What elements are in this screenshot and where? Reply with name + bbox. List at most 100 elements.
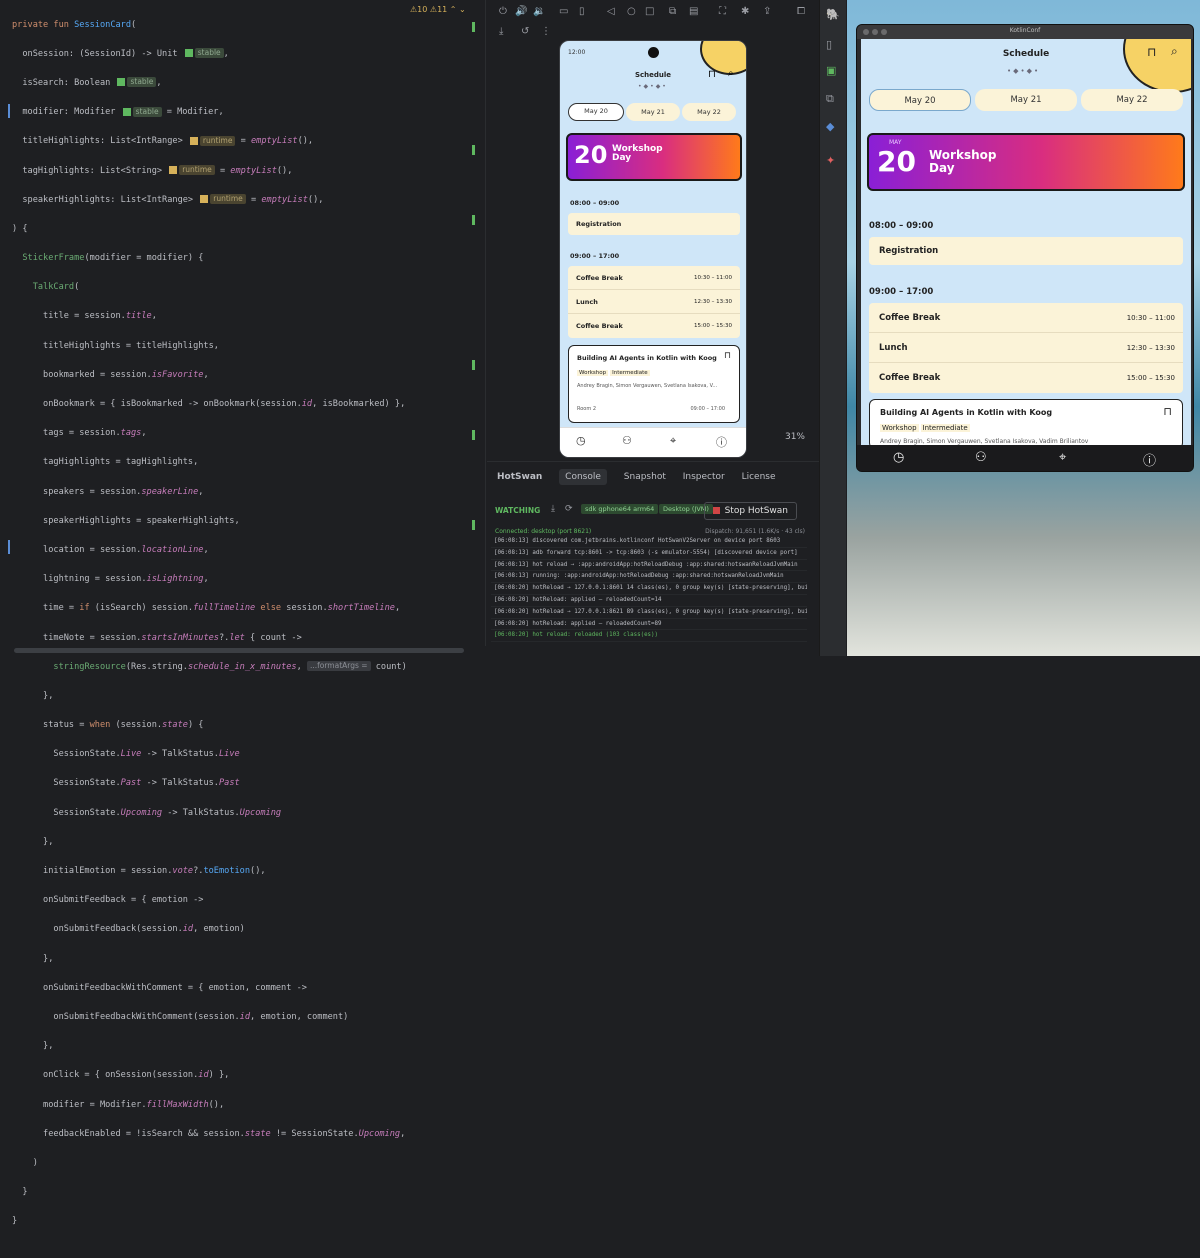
session-name: Coffee Break [879, 373, 941, 383]
log-line: [06:08:20] hotReload: applied — reloaded… [491, 619, 807, 631]
session-row[interactable]: Lunch 12:30 – 13:30 [568, 290, 740, 314]
talk-card[interactable]: Building AI Agents in Kotlin with Koog ⊓… [568, 345, 740, 423]
tab-inspector[interactable]: Inspector [683, 472, 725, 482]
registration-card[interactable]: Registration [568, 213, 740, 235]
back-icon[interactable]: ◁ [607, 6, 615, 17]
volume-down-icon[interactable]: 🔉 [533, 6, 545, 17]
clock-icon[interactable]: ◷ [576, 434, 586, 447]
tab-snapshot[interactable]: Snapshot [624, 472, 666, 482]
banner-day: 20 [574, 141, 608, 169]
bug-icon[interactable]: ✱ [741, 6, 749, 17]
share-icon[interactable]: ⇪ [763, 6, 771, 17]
more-icon[interactable]: ⋮ [541, 26, 551, 37]
phone-screen[interactable]: 12:00 Schedule ⊓ ⌕ •◆•◆• May 20 May 21 M… [559, 40, 747, 458]
desktop-app-screen[interactable]: Schedule ⊓ ⌕ •◆•◆• May 20 May 21 May 22 … [861, 39, 1191, 469]
overview-icon[interactable]: □ [645, 6, 654, 17]
time-slot-header: 09:00 – 17:00 [570, 252, 620, 260]
gradle-icon[interactable]: 🐘 [826, 8, 840, 21]
talk-title: Building AI Agents in Kotlin with Koog [577, 354, 717, 362]
layout-icon[interactable]: ⧉ [826, 92, 834, 106]
search-icon[interactable]: ⌕ [728, 68, 734, 79]
tab-hotswan[interactable]: HotSwan [497, 472, 542, 482]
gutter-mark [472, 22, 475, 32]
tab-license[interactable]: License [742, 472, 776, 482]
search-icon[interactable]: ⌕ [1171, 44, 1178, 59]
console-log[interactable]: [06:08:13] discovered com.jetbrains.kotl… [491, 536, 807, 643]
window-title: KotlinConf [1009, 27, 1041, 34]
hotswan-controls: WATCHING ⤓ ⟳ sdk gphone64 arm64 Desktop … [495, 502, 807, 522]
power-icon[interactable]: ⏻ [499, 6, 507, 17]
device-pill[interactable]: sdk gphone64 arm64 [581, 504, 659, 514]
clock-icon[interactable]: ◷ [893, 450, 904, 465]
location-icon[interactable]: ⌖ [1059, 450, 1066, 465]
log-line: [06:08:13] adb forward tcp:8601 -> tcp:8… [491, 548, 807, 560]
home-icon[interactable]: ○ [627, 6, 636, 17]
date-tab-may-21[interactable]: May 21 [975, 89, 1077, 111]
bottom-navigation: ◷ ⚇ ⌖ ⓘ [560, 427, 746, 457]
session-row[interactable]: Coffee Break 10:30 – 11:00 [568, 266, 740, 290]
talk-speakers: Andrey Bragin, Simon Vergauwen, Svetlana… [577, 383, 718, 389]
plugin-icon[interactable]: ◆ [826, 120, 834, 133]
registration-card[interactable]: Registration [869, 237, 1183, 265]
device-manager-icon[interactable]: ▯ [826, 38, 832, 51]
undo-icon[interactable]: ↺ [521, 26, 529, 37]
screenshot-icon[interactable]: ⧉ [669, 6, 676, 17]
stop-hotswan-button[interactable]: Stop HotSwan [703, 502, 797, 520]
info-icon[interactable]: ⓘ [1143, 450, 1156, 469]
download-icon[interactable]: ⤓ [551, 504, 555, 514]
session-row[interactable]: Coffee Break 15:00 – 15:30 [869, 363, 1183, 393]
log-line: [06:08:13] running: :app:androidApp:hotR… [491, 571, 807, 584]
date-tab-label: May 21 [1010, 95, 1042, 105]
rotate-left-icon[interactable]: ▭ [559, 6, 568, 17]
session-row[interactable]: Coffee Break 10:30 – 11:00 [869, 303, 1183, 333]
people-icon[interactable]: ⚇ [622, 434, 632, 447]
tag-intermediate: Intermediate [920, 424, 970, 432]
window-titlebar[interactable]: KotlinConf [857, 25, 1193, 39]
bookmark-icon[interactable]: ⊓ [724, 351, 731, 361]
volume-up-icon[interactable]: 🔊 [515, 6, 527, 17]
time-slot-header: 08:00 – 09:00 [570, 199, 620, 207]
date-tab-may-22[interactable]: May 22 [682, 103, 736, 121]
talk-card[interactable]: Building AI Agents in Kotlin with Koog ⊓… [869, 399, 1183, 449]
record-icon[interactable]: ▤ [689, 6, 698, 17]
external-icon[interactable]: ⧠ [797, 6, 805, 17]
tab-console[interactable]: Console [559, 469, 607, 485]
desktop-app-window[interactable]: KotlinConf Schedule ⊓ ⌕ •◆•◆• May 20 May… [856, 24, 1194, 472]
hotswan-icon[interactable]: ✦ [826, 154, 835, 167]
date-tab-may-20[interactable]: May 20 [568, 103, 624, 121]
code-editor[interactable]: ⚠10 ⚠11 ⌃ ⌄ private fun SessionCard( onS… [0, 0, 486, 1226]
bookmark-icon[interactable]: ⊓ [1147, 45, 1156, 59]
session-name: Coffee Break [576, 274, 623, 282]
gutter-mark [472, 430, 475, 440]
bookmark-icon[interactable]: ⊓ [708, 69, 716, 80]
stability-chip: runtime [199, 135, 236, 146]
watching-status: WATCHING [495, 506, 541, 515]
people-icon[interactable]: ⚇ [975, 450, 987, 465]
banner-line2: Day [612, 153, 632, 164]
download-icon[interactable]: ⤓ [499, 26, 503, 37]
talk-title: Building AI Agents in Kotlin with Koog [880, 408, 1053, 417]
date-tab-may-21[interactable]: May 21 [626, 103, 680, 121]
sync-icon[interactable]: ⟳ [565, 504, 573, 514]
rotate-right-icon[interactable]: ▯ [579, 6, 585, 17]
date-tab-label: May 21 [641, 108, 665, 116]
bookmark-icon[interactable]: ⊓ [1163, 405, 1172, 418]
running-devices-icon[interactable]: ▣ [826, 64, 836, 77]
time-slot-header: 09:00 – 17:00 [869, 287, 934, 297]
session-row[interactable]: Coffee Break 15:00 – 15:30 [568, 314, 740, 338]
code-text[interactable]: private fun SessionCard( onSession: (Ses… [12, 3, 455, 1258]
sun-decoration [1123, 39, 1191, 93]
location-icon[interactable]: ⌖ [670, 434, 676, 448]
stability-chip: runtime [210, 194, 246, 205]
date-tab-may-20[interactable]: May 20 [869, 89, 971, 111]
app-title: Schedule [634, 71, 672, 79]
bottom-navigation: ◷ ⚇ ⌖ ⓘ [857, 445, 1193, 471]
talk-tags: Workshop Intermediate [880, 424, 972, 432]
gutter-mark [472, 520, 475, 530]
date-tab-may-22[interactable]: May 22 [1081, 89, 1183, 111]
session-row[interactable]: Lunch 12:30 – 13:30 [869, 333, 1183, 363]
layout-inspector-icon[interactable]: ⛶ [719, 6, 726, 17]
hotswan-tabs: HotSwan Console Snapshot Inspector Licen… [497, 469, 790, 485]
info-icon[interactable]: ⓘ [716, 434, 727, 450]
editor-horizontal-scrollbar[interactable] [0, 646, 486, 656]
